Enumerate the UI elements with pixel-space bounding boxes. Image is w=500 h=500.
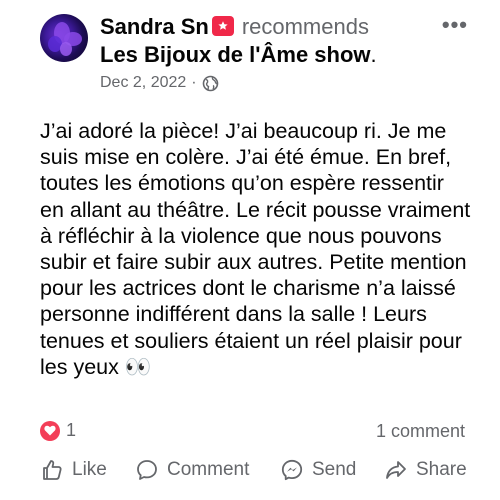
comment-count-link[interactable]: 1 comment [376,421,465,442]
post-body: J’ai adoré la pièce! J’ai beaucoup ri. J… [40,119,471,379]
send-button[interactable]: Send [280,458,356,482]
more-options-button[interactable]: ••• [442,12,468,38]
like-label: Like [72,459,107,480]
comment-icon [137,460,157,480]
post-date[interactable]: Dec 2, 2022 [100,74,186,92]
share-label: Share [416,459,467,480]
post-header-line: Sandra Sn recommends [100,14,369,40]
reaction-summary[interactable]: 1 [40,420,76,441]
like-icon [43,460,62,480]
share-button[interactable]: Share [384,458,467,482]
author-name[interactable]: Sandra Sn [100,14,209,39]
send-label: Send [312,459,357,480]
share-icon [386,461,406,479]
avatar[interactable] [40,14,88,62]
page-line: Les Bijoux de l'Âme show. [100,42,377,68]
like-button[interactable]: Like [40,458,107,482]
heart-reaction-icon [40,420,60,441]
messenger-icon [281,459,303,481]
recommend-icon [211,16,234,36]
page-name-link[interactable]: Les Bijoux de l'Âme show [100,42,371,67]
page-suffix: . [370,42,377,67]
reaction-count: 1 [66,420,77,440]
action-text: recommends [241,14,369,39]
post-meta: Dec 2, 2022 · [100,74,219,92]
date-separator: · [191,74,197,91]
action-bar: Like Comment Send Share [0,458,500,492]
comment-button[interactable]: Comment [135,458,249,482]
globe-icon[interactable] [202,75,219,92]
comment-label: Comment [167,459,250,480]
